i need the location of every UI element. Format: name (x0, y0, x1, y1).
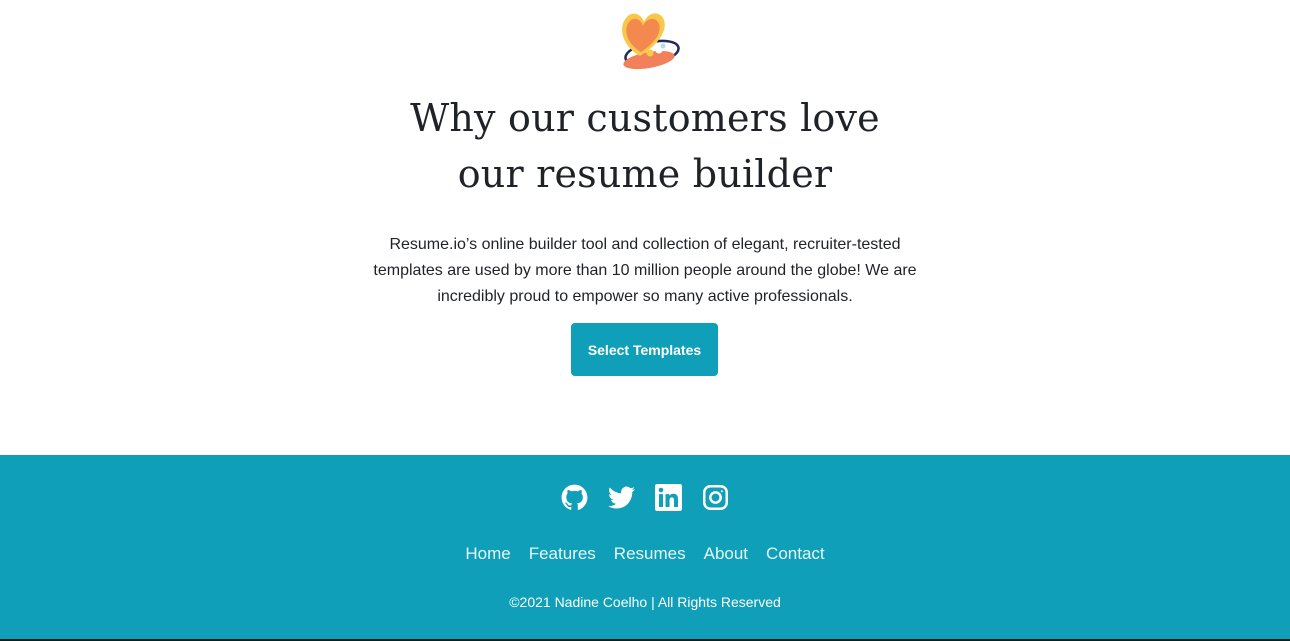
page-title-line-1: Why our customers love (410, 96, 880, 140)
testimonial-section: Why our customers love our resume builde… (0, 0, 1290, 455)
hero-description: Resume.io’s online builder tool and coll… (373, 236, 917, 305)
page-title-line-2: our resume builder (457, 152, 833, 196)
github-icon (561, 484, 588, 510)
footer-nav-about[interactable]: About (704, 544, 748, 564)
footer-nav-home[interactable]: Home (465, 544, 510, 564)
instagram-link[interactable] (702, 484, 729, 511)
footer-nav: Home Features Resumes About Contact (0, 544, 1290, 564)
github-link[interactable] (561, 484, 588, 511)
footer-nav-resumes[interactable]: Resumes (614, 544, 686, 564)
hearts-illustration-icon (612, 6, 684, 76)
select-templates-button[interactable]: Select Templates (571, 323, 718, 376)
copyright-text: ©2021 Nadine Coelho | All Rights Reserve… (509, 594, 781, 610)
instagram-icon (703, 485, 728, 510)
linkedin-link[interactable] (655, 484, 682, 511)
twitter-link[interactable] (608, 484, 635, 511)
social-links (0, 484, 1290, 511)
site-footer: Home Features Resumes About Contact ©202… (0, 455, 1290, 641)
footer-nav-features[interactable]: Features (529, 544, 596, 564)
linkedin-icon (655, 484, 682, 511)
twitter-icon (608, 486, 635, 509)
page-title: Why our customers love our resume builde… (0, 90, 1290, 202)
footer-nav-contact[interactable]: Contact (766, 544, 825, 564)
